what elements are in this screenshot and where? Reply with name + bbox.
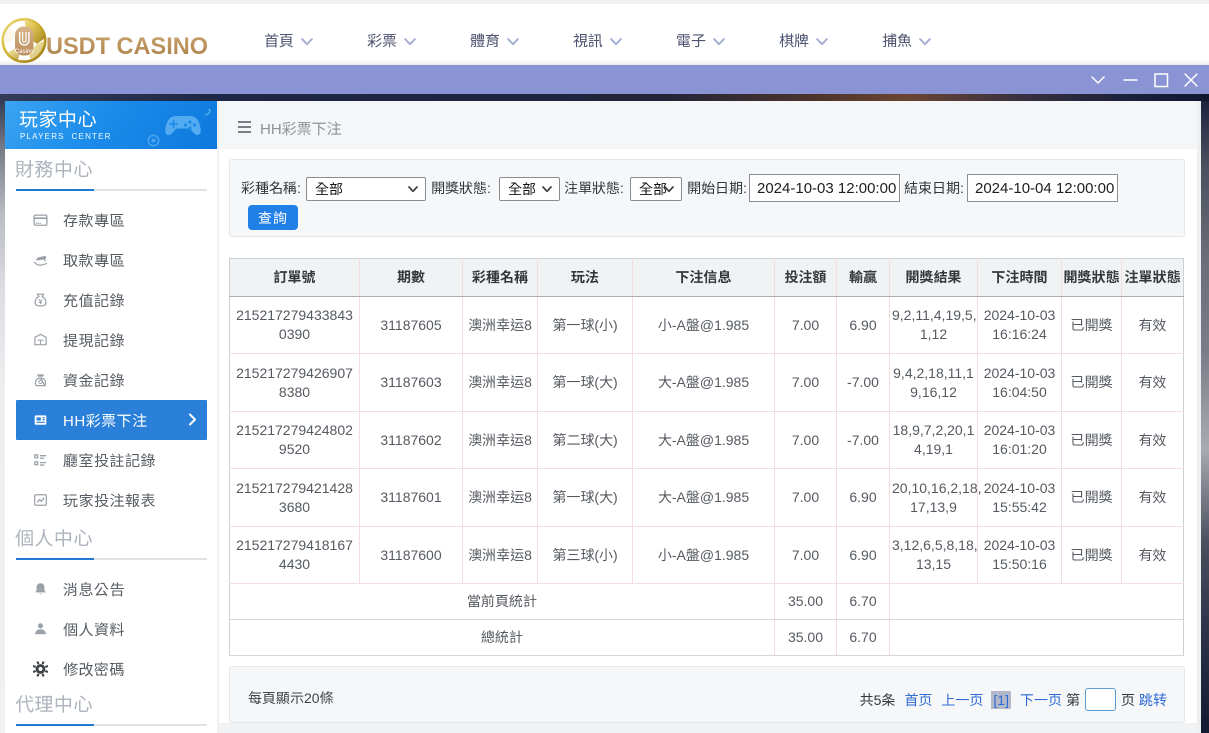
svg-text:Casino: Casino — [15, 49, 34, 55]
